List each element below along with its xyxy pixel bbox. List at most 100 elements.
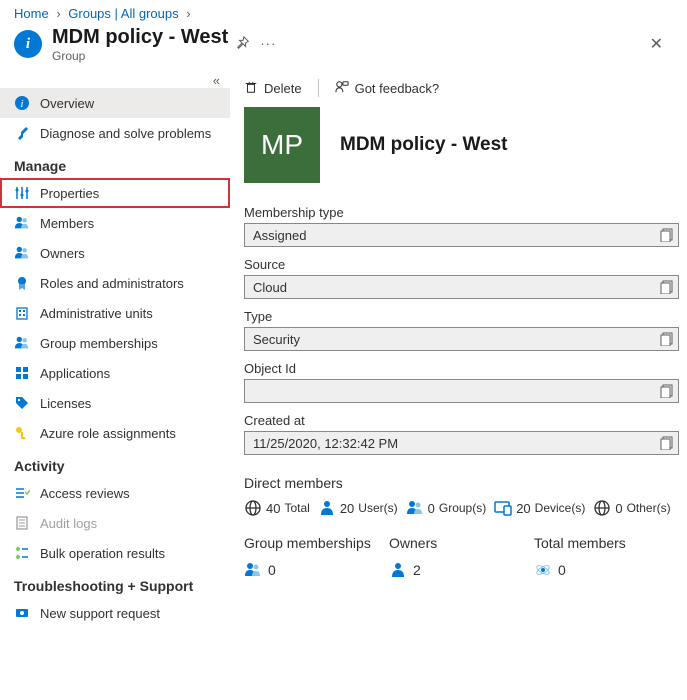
sidebar-item-members[interactable]: Members: [0, 208, 230, 238]
field-value-box: Cloud: [244, 275, 679, 299]
sidebar-item-diagnose[interactable]: Diagnose and solve problems: [0, 118, 230, 148]
field-value: Assigned: [253, 228, 306, 243]
list-icon: [14, 545, 30, 561]
feedback-icon: [335, 80, 349, 97]
stat-others[interactable]: 0 Other(s): [593, 499, 670, 517]
toolbar: Delete Got feedback?: [244, 71, 679, 107]
sidebar-item-bulk-results[interactable]: Bulk operation results: [0, 538, 230, 568]
sidebar-item-licenses[interactable]: Licenses: [0, 388, 230, 418]
delete-button[interactable]: Delete: [244, 80, 302, 97]
person-icon: [318, 499, 336, 517]
log-icon: [14, 515, 30, 531]
copy-icon[interactable]: [660, 280, 674, 294]
field-value: Cloud: [253, 280, 287, 295]
field-source: Source Cloud: [244, 257, 679, 299]
sidebar-item-azure-role[interactable]: Azure role assignments: [0, 418, 230, 448]
sidebar-item-overview[interactable]: i Overview: [0, 88, 230, 118]
stat-count: 20: [516, 501, 530, 516]
trash-icon: [244, 80, 258, 97]
stat-users[interactable]: 20 User(s): [318, 499, 398, 517]
sidebar-item-group-memberships[interactable]: Group memberships: [0, 328, 230, 358]
delete-label: Delete: [264, 81, 302, 96]
field-object-id: Object Id: [244, 361, 679, 403]
collapse-sidebar-icon[interactable]: «: [0, 71, 230, 88]
list-check-icon: [14, 485, 30, 501]
summary-row: Group memberships 0 Owners 2 Total membe…: [244, 535, 679, 579]
copy-icon[interactable]: [660, 228, 674, 242]
summary-total-members: Total members 0: [534, 535, 679, 579]
owners-icon: [14, 245, 30, 261]
page-subtitle: Group: [52, 49, 228, 63]
group-icon: [14, 335, 30, 351]
sidebar-item-audit-logs[interactable]: Audit logs: [0, 508, 230, 538]
field-value-box: Assigned: [244, 223, 679, 247]
group-icon: [244, 561, 262, 579]
field-type: Type Security: [244, 309, 679, 351]
sidebar-item-support[interactable]: New support request: [0, 598, 230, 628]
stat-groups[interactable]: 0 Group(s): [406, 499, 487, 517]
summary-value[interactable]: 0: [534, 561, 679, 579]
field-label: Created at: [244, 413, 679, 428]
sidebar-label: Properties: [40, 186, 99, 201]
sidebar-label: Bulk operation results: [40, 546, 165, 561]
copy-icon[interactable]: [660, 436, 674, 450]
separator: [318, 79, 319, 97]
stat-label: User(s): [358, 501, 397, 515]
svg-text:i: i: [20, 98, 23, 110]
stat-label: Total: [284, 501, 309, 515]
main-content: Delete Got feedback? MP MDM policy - Wes…: [230, 71, 687, 700]
group-avatar: MP: [244, 107, 320, 183]
field-value: Security: [253, 332, 300, 347]
key-icon: [14, 425, 30, 441]
stat-count: 0: [615, 501, 622, 516]
stat-label: Other(s): [627, 501, 671, 515]
chevron-right-icon: ›: [186, 6, 190, 21]
feedback-button[interactable]: Got feedback?: [335, 80, 440, 97]
chevron-right-icon: ›: [56, 6, 60, 21]
globe-icon: [593, 499, 611, 517]
sidebar-label: Group memberships: [40, 336, 158, 351]
summary-group-memberships: Group memberships 0: [244, 535, 389, 579]
pin-icon[interactable]: [236, 36, 250, 53]
sidebar-label: Licenses: [40, 396, 91, 411]
sidebar-item-properties[interactable]: Properties: [0, 178, 230, 208]
sliders-icon: [14, 185, 30, 201]
field-label: Type: [244, 309, 679, 324]
direct-members-header: Direct members: [244, 475, 679, 491]
sidebar-label: Members: [40, 216, 94, 231]
summary-label: Owners: [389, 535, 534, 551]
field-membership-type: Membership type Assigned: [244, 205, 679, 247]
summary-value[interactable]: 0: [244, 561, 389, 579]
sidebar-item-access-reviews[interactable]: Access reviews: [0, 478, 230, 508]
stat-devices[interactable]: 20 Device(s): [494, 499, 585, 517]
sidebar-section-activity: Activity: [0, 448, 230, 478]
breadcrumb-groups[interactable]: Groups | All groups: [68, 6, 178, 21]
person-icon: [389, 561, 407, 579]
sidebar-item-roles[interactable]: Roles and administrators: [0, 268, 230, 298]
sidebar-item-admin-units[interactable]: Administrative units: [0, 298, 230, 328]
sidebar-section-manage: Manage: [0, 148, 230, 178]
more-icon[interactable]: ···: [260, 36, 276, 53]
summary-owners: Owners 2: [389, 535, 534, 579]
stat-count: 20: [340, 501, 354, 516]
building-icon: [14, 305, 30, 321]
info-icon: i: [14, 30, 42, 58]
stat-total[interactable]: 40 Total: [244, 499, 310, 517]
sidebar-label: Audit logs: [40, 516, 97, 531]
field-label: Membership type: [244, 205, 679, 220]
support-icon: [14, 605, 30, 621]
field-value: 11/25/2020, 12:32:42 PM: [253, 436, 398, 451]
copy-icon[interactable]: [660, 332, 674, 346]
page-title: MDM policy - West: [52, 25, 228, 49]
tag-icon: [14, 395, 30, 411]
stat-label: Group(s): [439, 501, 486, 515]
summary-value[interactable]: 2: [389, 561, 534, 579]
sidebar-item-owners[interactable]: Owners: [0, 238, 230, 268]
feedback-label: Got feedback?: [355, 81, 440, 96]
sidebar-label: Applications: [40, 366, 110, 381]
copy-icon[interactable]: [660, 384, 674, 398]
breadcrumb-home[interactable]: Home: [14, 6, 49, 21]
sidebar-label: Administrative units: [40, 306, 153, 321]
sidebar-item-applications[interactable]: Applications: [0, 358, 230, 388]
close-button[interactable]: ✕: [640, 30, 673, 58]
